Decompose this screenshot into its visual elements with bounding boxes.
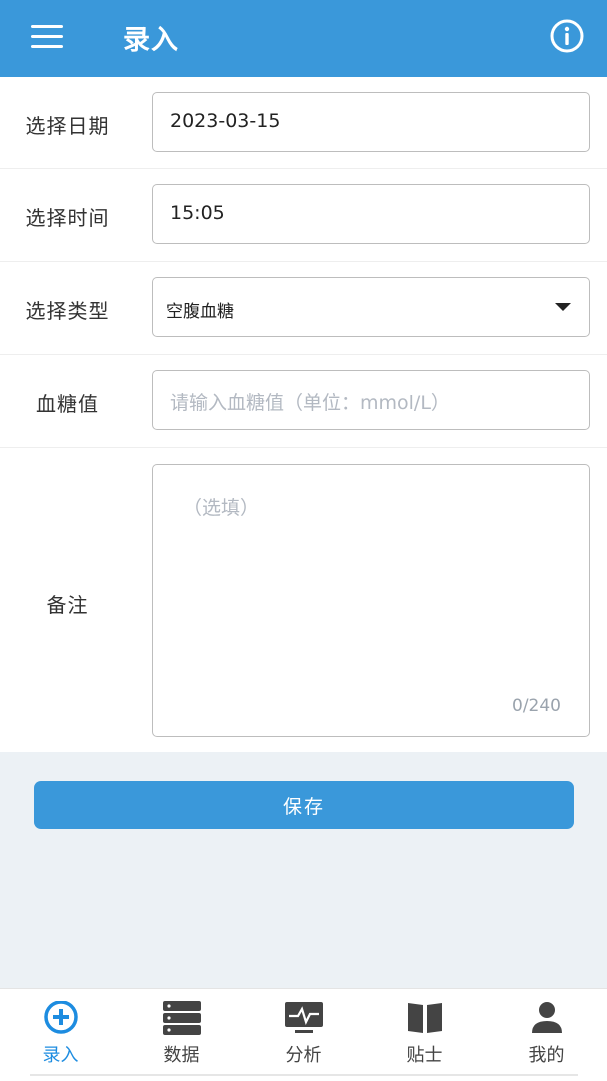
- chevron-down-icon: [555, 303, 571, 311]
- glucose-placeholder: 请输入血糖值（单位：mmol/L）: [170, 392, 450, 414]
- database-icon: [163, 1001, 201, 1035]
- nav-label-analysis: 分析: [285, 1045, 322, 1066]
- bottom-nav: 录入 数据 分析 贴士 我的: [0, 988, 607, 1081]
- nav-item-tips[interactable]: 贴士: [364, 989, 485, 1081]
- type-value: 空腹血糖: [166, 302, 234, 322]
- date-row: 选择日期 2023-03-15: [0, 77, 607, 169]
- nav-item-entry[interactable]: 录入: [0, 989, 121, 1081]
- date-label: 选择日期: [25, 114, 110, 138]
- entry-form: 选择日期 2023-03-15 选择时间 15:05 选择类型 空腹血糖 血糖值…: [0, 77, 607, 752]
- monitor-pulse-icon: [285, 1002, 323, 1033]
- page-title: 录入: [123, 25, 179, 56]
- nav-label-me: 我的: [528, 1045, 565, 1066]
- app-bar: 录入: [0, 0, 607, 77]
- person-icon: [532, 1002, 562, 1033]
- glucose-input[interactable]: 请输入血糖值（单位：mmol/L）: [152, 370, 590, 430]
- type-row: 选择类型 空腹血糖: [0, 262, 607, 355]
- type-label: 选择类型: [25, 299, 110, 323]
- character-counter: 0/240: [512, 696, 561, 716]
- time-label: 选择时间: [25, 206, 110, 230]
- note-placeholder: （选填）: [183, 497, 260, 519]
- plus-circle-icon: [44, 1001, 78, 1034]
- nav-label-entry: 录入: [42, 1045, 79, 1066]
- note-row: 备注 （选填） 0/240: [0, 448, 607, 752]
- info-icon[interactable]: [549, 18, 585, 54]
- time-field[interactable]: 15:05: [152, 184, 590, 244]
- nav-item-me[interactable]: 我的: [486, 989, 607, 1081]
- book-icon: [408, 1003, 442, 1033]
- home-indicator: [30, 1074, 578, 1076]
- nav-label-data: 数据: [163, 1045, 200, 1066]
- nav-label-tips: 贴士: [406, 1045, 443, 1066]
- nav-item-data[interactable]: 数据: [121, 989, 242, 1081]
- date-field[interactable]: 2023-03-15: [152, 92, 590, 152]
- menu-icon[interactable]: [31, 25, 63, 49]
- time-value: 15:05: [170, 202, 225, 224]
- save-button[interactable]: 保存: [34, 781, 574, 829]
- note-label: 备注: [46, 593, 89, 617]
- time-row: 选择时间 15:05: [0, 169, 607, 262]
- type-select[interactable]: 空腹血糖: [152, 277, 590, 337]
- glucose-label: 血糖值: [36, 392, 99, 416]
- glucose-row: 血糖值 请输入血糖值（单位：mmol/L）: [0, 355, 607, 448]
- note-textarea[interactable]: （选填） 0/240: [152, 464, 590, 737]
- date-value: 2023-03-15: [170, 110, 281, 132]
- nav-item-analysis[interactable]: 分析: [243, 989, 364, 1081]
